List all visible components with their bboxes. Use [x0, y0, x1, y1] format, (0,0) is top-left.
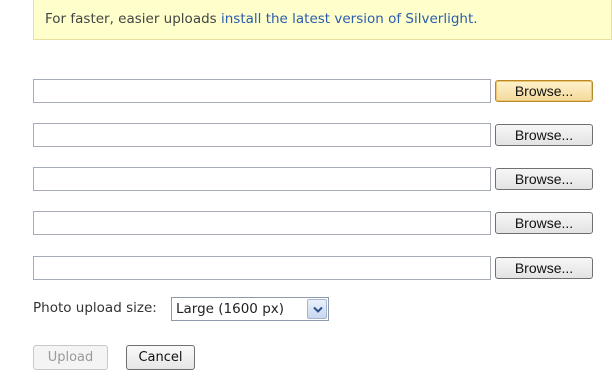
silverlight-notice: For faster, easier uploads install the l…: [33, 0, 612, 40]
browse-button-4[interactable]: Browse...: [495, 212, 593, 234]
file-row-1: Browse...: [33, 79, 598, 103]
photo-size-label: Photo upload size:: [33, 300, 157, 316]
browse-button-1[interactable]: Browse...: [495, 80, 593, 102]
cancel-button[interactable]: Cancel: [126, 345, 195, 370]
file-path-input-5[interactable]: [33, 256, 491, 280]
browse-button-2[interactable]: Browse...: [495, 124, 593, 146]
chevron-down-icon: [313, 306, 323, 313]
file-path-input-3[interactable]: [33, 167, 491, 191]
dropdown-arrow-button[interactable]: [307, 299, 327, 319]
upload-button[interactable]: Upload: [33, 345, 108, 370]
photo-size-select[interactable]: Large (1600 px): [171, 297, 329, 321]
install-silverlight-link[interactable]: install the latest version of Silverligh…: [221, 11, 478, 27]
browse-button-3[interactable]: Browse...: [495, 168, 593, 190]
file-path-input-2[interactable]: [33, 123, 491, 147]
file-row-2: Browse...: [33, 123, 598, 147]
file-row-5: Browse...: [33, 256, 598, 280]
file-row-3: Browse...: [33, 167, 598, 191]
file-path-input-1[interactable]: [33, 79, 491, 103]
browse-button-5[interactable]: Browse...: [495, 257, 593, 279]
file-row-4: Browse...: [33, 211, 598, 235]
photo-size-value: Large (1600 px): [176, 301, 285, 317]
notice-text: For faster, easier uploads: [45, 11, 221, 27]
file-path-input-4[interactable]: [33, 211, 491, 235]
